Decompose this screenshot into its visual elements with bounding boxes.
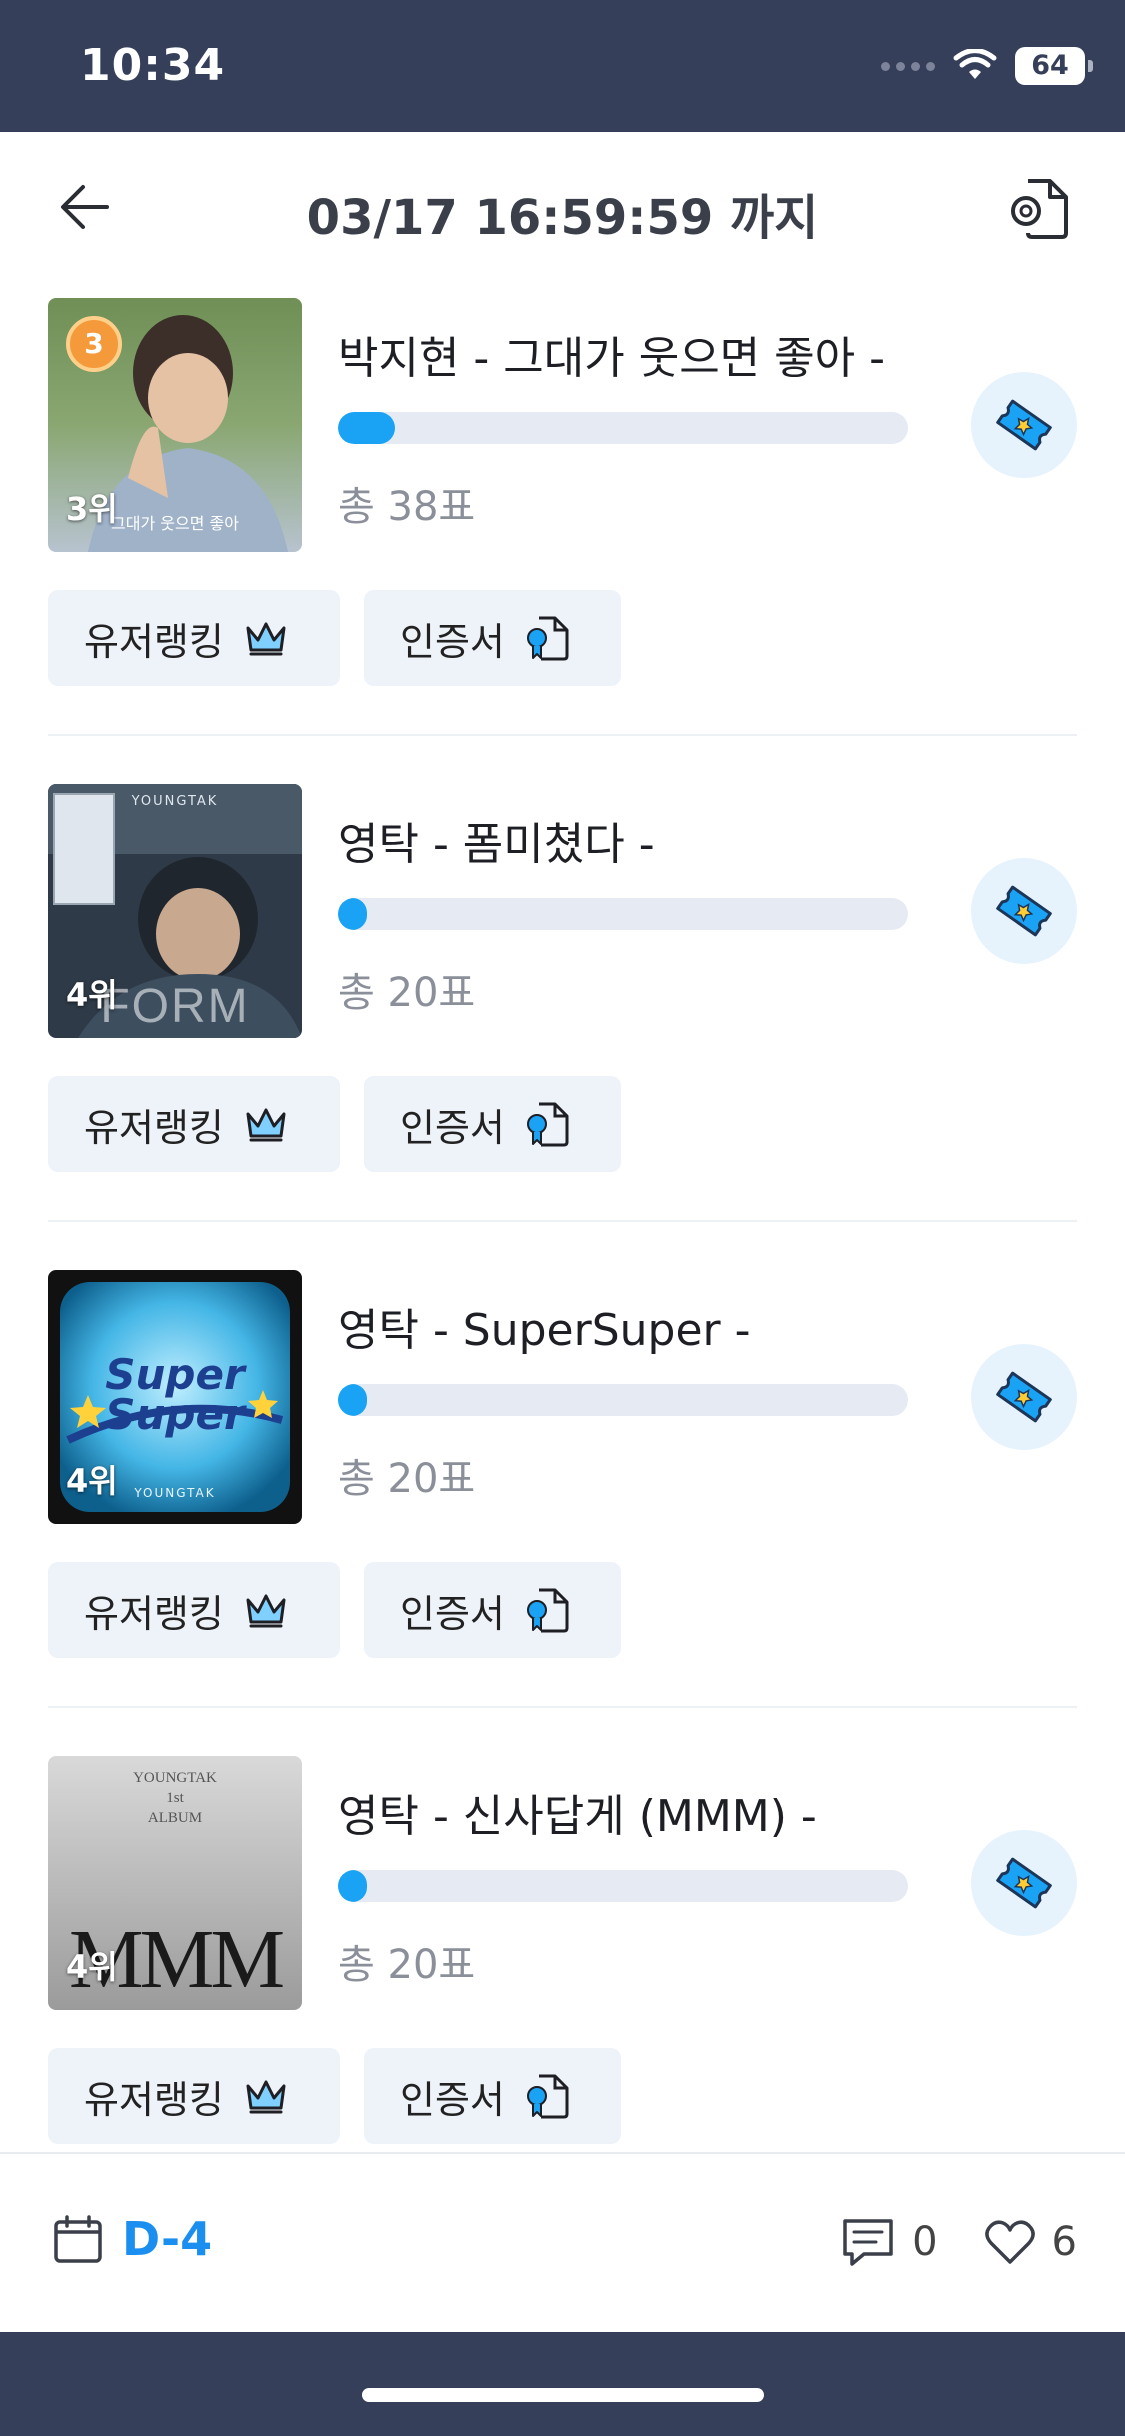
- vote-button[interactable]: [971, 1344, 1077, 1450]
- comment-count: 0: [912, 2219, 938, 2265]
- status-time: 10:34: [80, 40, 226, 91]
- album-art[interactable]: 3 그대가 웃으면 좋아 3위: [48, 298, 302, 552]
- status-indicators: 64: [881, 44, 1093, 88]
- vote-list: 3 그대가 웃으면 좋아 3위 박지현 - 그대가 웃으면 좋아 - 총 38표…: [0, 282, 1125, 2152]
- vote-progress-bar: [338, 898, 908, 930]
- vote-total: 총 38표: [338, 484, 476, 530]
- status-bar: 10:34 64: [0, 0, 1125, 132]
- certificate-label: 인증서: [400, 2077, 505, 2122]
- vote-progress-bar: [338, 412, 908, 444]
- vote-total: 총 20표: [338, 970, 476, 1016]
- crown-icon: [246, 1108, 286, 1142]
- certificate-settings-button[interactable]: [1001, 170, 1077, 246]
- user-ranking-label: 유저랭킹: [84, 1105, 224, 1150]
- page-title: 03/17 16:59:59 까지: [306, 190, 819, 246]
- ticket-icon: [996, 885, 1052, 937]
- comment-icon[interactable]: [840, 2216, 896, 2268]
- rank-medal: 3: [66, 316, 122, 372]
- vote-progress-bar: [338, 1870, 908, 1902]
- album-title-line2: Super: [105, 1390, 245, 1439]
- song-title: 영탁 - SuperSuper -: [338, 1305, 751, 1356]
- certificate-button[interactable]: 인증서: [364, 1076, 621, 1172]
- vote-progress-bar: [338, 1384, 908, 1416]
- certificate-button[interactable]: 인증서: [364, 1562, 621, 1658]
- vote-progress-fill: [338, 898, 367, 930]
- home-indicator-area: [0, 2332, 1125, 2436]
- certificate-icon: [526, 1588, 569, 1633]
- album-text-line1: YOUNGTAK: [133, 1770, 217, 1786]
- list-item: YOUNGTAK FORM 4위 영탁 - 폼미쳤다 - 총 20표 유저랭킹: [0, 768, 1125, 1254]
- rank-label: 4위: [66, 976, 118, 1014]
- certificate-label: 인증서: [400, 1105, 505, 1150]
- crown-icon: [246, 2080, 286, 2114]
- song-title: 박지현 - 그대가 웃으면 좋아 -: [338, 333, 885, 384]
- album-text-line3: ALBUM: [147, 1810, 203, 1826]
- header: 03/17 16:59:59 까지: [0, 132, 1125, 282]
- user-ranking-label: 유저랭킹: [84, 619, 224, 664]
- list-item: YOUNGTAK 1st ALBUM MMM 4위 영탁 - 신사답게 (MMM…: [0, 1740, 1125, 2152]
- vote-button[interactable]: [971, 858, 1077, 964]
- vote-total: 총 20표: [338, 1942, 476, 1988]
- crown-icon: [246, 1594, 286, 1628]
- divider: [48, 1220, 1077, 1222]
- user-ranking-label: 유저랭킹: [84, 1591, 224, 1636]
- wifi-icon: [953, 49, 997, 79]
- footer-actions: 0 6: [840, 2216, 1077, 2268]
- calendar-icon: [54, 2215, 102, 2263]
- list-item: Super Super YOUNGTAK 4위 영탁 - SuperSuper …: [0, 1254, 1125, 1740]
- vote-total: 총 20표: [338, 1456, 476, 1502]
- vote-button[interactable]: [971, 372, 1077, 478]
- list-item: 3 그대가 웃으면 좋아 3위 박지현 - 그대가 웃으면 좋아 - 총 38표…: [0, 282, 1125, 768]
- certificate-icon: [526, 2074, 569, 2119]
- rank-label: 4위: [66, 1948, 118, 1986]
- like-count: 6: [1051, 2219, 1077, 2265]
- certificate-label: 인증서: [400, 619, 505, 664]
- home-indicator[interactable]: [362, 2388, 764, 2402]
- screen: 10:34 64 03/17 16:59:59 까지 3 그대가 웃으면 좋아 …: [0, 0, 1125, 2436]
- album-art[interactable]: Super Super YOUNGTAK 4위: [48, 1270, 302, 1524]
- ticket-icon: [996, 399, 1052, 451]
- certificate-icon: [526, 616, 569, 661]
- album-art[interactable]: YOUNGTAK FORM 4위: [48, 784, 302, 1038]
- dday-text: D-4: [122, 2212, 213, 2266]
- cellular-signal-icon: [881, 61, 935, 71]
- album-text-line2: 1st: [166, 1790, 184, 1806]
- ticket-icon: [996, 1371, 1052, 1423]
- rank-label: 3위: [66, 490, 118, 528]
- song-title: 영탁 - 신사답게 (MMM) -: [338, 1791, 817, 1842]
- crown-icon: [246, 622, 286, 656]
- album-art[interactable]: YOUNGTAK 1st ALBUM MMM 4위: [48, 1756, 302, 2010]
- heart-icon[interactable]: [984, 2218, 1036, 2266]
- certificate-icon: [526, 1102, 569, 1147]
- footer-bar: D-4 0 6: [0, 2152, 1125, 2332]
- user-ranking-button[interactable]: 유저랭킹: [48, 1076, 340, 1172]
- battery-indicator: 64: [1015, 47, 1093, 85]
- album-brand-text: YOUNGTAK: [131, 794, 219, 809]
- user-ranking-button[interactable]: 유저랭킹: [48, 590, 340, 686]
- divider: [48, 1706, 1077, 1708]
- user-ranking-button[interactable]: 유저랭킹: [48, 1562, 340, 1658]
- certificate-button[interactable]: 인증서: [364, 2048, 621, 2144]
- user-ranking-label: 유저랭킹: [84, 2077, 224, 2122]
- user-ranking-button[interactable]: 유저랭킹: [48, 2048, 340, 2144]
- vote-progress-fill: [338, 1870, 367, 1902]
- vote-progress-fill: [338, 1384, 367, 1416]
- certificate-settings-icon: [1011, 179, 1068, 239]
- dday-indicator: D-4: [52, 2212, 212, 2266]
- vote-progress-fill: [338, 412, 395, 444]
- certificate-button[interactable]: 인증서: [364, 590, 621, 686]
- vote-button[interactable]: [971, 1830, 1077, 1936]
- certificate-label: 인증서: [400, 1591, 505, 1636]
- divider: [48, 734, 1077, 736]
- rank-label: 4위: [66, 1462, 118, 1500]
- ticket-icon: [996, 1857, 1052, 1909]
- song-title: 영탁 - 폼미쳤다 -: [338, 819, 655, 870]
